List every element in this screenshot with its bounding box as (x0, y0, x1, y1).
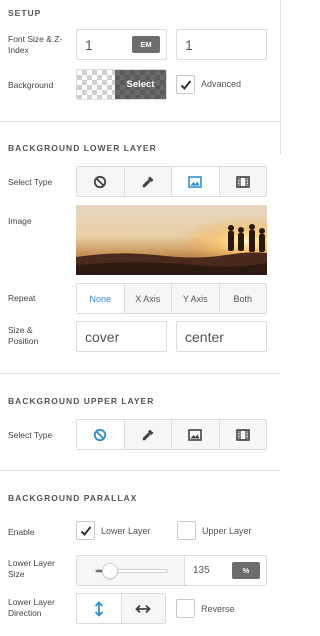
background-image-preview[interactable] (76, 205, 267, 275)
color-icon (142, 176, 154, 187)
parallax-title: BACKGROUND PARALLAX (8, 493, 138, 503)
none-icon (94, 428, 107, 441)
lower-select-type-label: Select Type (8, 177, 53, 187)
video-icon (235, 428, 250, 441)
divider (0, 470, 281, 471)
background-label: Background (8, 80, 54, 90)
background-picker[interactable]: Select (76, 69, 167, 100)
lower-type-none-button[interactable] (77, 167, 125, 196)
vertical-arrows-icon (94, 600, 103, 617)
lower-layer-checkbox[interactable] (76, 521, 95, 540)
lower-type-image-button[interactable] (172, 167, 220, 196)
lower-layer-direction-label: Lower Layer Direction (8, 597, 55, 618)
repeat-both-button[interactable]: Both (219, 284, 266, 313)
select-button[interactable]: Select (115, 70, 166, 99)
z-index-value: 1 (185, 36, 193, 53)
upper-layer-label: Upper Layer (202, 526, 252, 536)
upper-type-none-button[interactable] (77, 420, 125, 449)
size-number-value: 135 (193, 565, 210, 576)
upper-select-type-label: Select Type (8, 430, 53, 440)
size-number-input[interactable]: 135 % (185, 556, 266, 585)
lower-type-color-button[interactable] (124, 167, 172, 196)
lower-layer-size-control[interactable]: 135 % (76, 555, 267, 586)
direction-selector[interactable] (76, 593, 166, 624)
background-position-input[interactable]: center (176, 321, 267, 352)
lower-layer-title: BACKGROUND LOWER LAYER (8, 143, 157, 153)
select-label: Select (126, 79, 155, 90)
size-position-label: Size & Position (8, 325, 39, 346)
image-icon (188, 175, 203, 188)
direction-vertical-button[interactable] (77, 594, 122, 623)
position-value: center (185, 328, 224, 345)
check-icon (180, 79, 191, 90)
repeat-y-axis-button[interactable]: Y Axis (172, 284, 220, 313)
size-value: cover (85, 328, 120, 345)
lower-type-video-button[interactable] (219, 167, 266, 196)
transparent-swatch (77, 70, 115, 99)
none-icon (94, 175, 107, 188)
divider (0, 373, 281, 374)
reverse-checkbox[interactable] (176, 599, 195, 618)
color-icon (142, 429, 154, 440)
panel-edge (280, 0, 281, 154)
image-label: Image (8, 216, 32, 226)
enable-label: Enable (8, 527, 35, 537)
lower-layer-label: Lower Layer (101, 526, 151, 536)
repeat-label: Repeat (8, 293, 36, 303)
setup-title: SETUP (8, 8, 42, 18)
font-unit-badge[interactable]: EM (132, 36, 160, 53)
repeat-x-axis-button[interactable]: X Axis (124, 284, 172, 313)
direction-horizontal-button[interactable] (121, 594, 165, 623)
size-unit-badge[interactable]: % (232, 562, 260, 579)
font-size-input[interactable]: 1 EM (76, 29, 167, 60)
check-icon (80, 525, 91, 536)
font-size-value: 1 (85, 36, 93, 53)
font-size-label: Font Size & Z-Index (8, 34, 63, 55)
image-icon (188, 428, 203, 441)
advanced-label: Advanced (201, 79, 242, 89)
slider-thumb[interactable] (101, 563, 118, 579)
upper-type-color-button[interactable] (124, 420, 172, 449)
reverse-label: Reverse (201, 604, 235, 614)
lower-type-selector[interactable] (76, 166, 267, 197)
divider (0, 121, 281, 122)
upper-type-video-button[interactable] (219, 420, 266, 449)
horizontal-arrows-icon (135, 604, 152, 613)
background-size-input[interactable]: cover (76, 321, 167, 352)
video-icon (235, 175, 250, 188)
lower-layer-size-label: Lower Layer Size (8, 558, 55, 579)
z-index-input[interactable]: 1 (176, 29, 267, 60)
image-thumbnail (76, 205, 267, 275)
upper-layer-checkbox[interactable] (177, 521, 196, 540)
repeat-selector[interactable]: None X Axis Y Axis Both (76, 283, 267, 314)
repeat-none-button[interactable]: None (77, 284, 125, 313)
upper-type-selector[interactable] (76, 419, 267, 450)
size-slider[interactable] (77, 556, 185, 585)
advanced-checkbox[interactable] (176, 75, 195, 94)
upper-type-image-button[interactable] (172, 420, 220, 449)
upper-layer-title: BACKGROUND UPPER LAYER (8, 396, 155, 406)
